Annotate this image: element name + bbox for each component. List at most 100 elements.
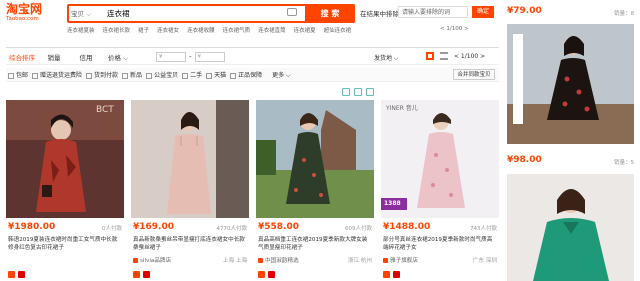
- recommended-price: ¥79.00: [507, 6, 542, 16]
- camera-icon[interactable]: [287, 8, 297, 16]
- shop-icon: [258, 257, 263, 263]
- related-search-item[interactable]: 连衣裙直筒: [258, 26, 286, 34]
- product-sales-count: 609人付款: [345, 226, 372, 232]
- product-title[interactable]: 部分号真丝连衣裙2019夏季新款时尚气质高端碎花裙子女: [383, 236, 497, 252]
- filter-option-tmall[interactable]: 天猫: [206, 70, 226, 79]
- filter-option-secondhand[interactable]: 二手: [182, 70, 202, 79]
- product-price: ¥1980.00: [8, 222, 56, 232]
- checkbox-icon: [122, 72, 129, 79]
- recommended-product-image[interactable]: [507, 24, 634, 144]
- tmall-badge-icon: [8, 271, 15, 278]
- checkbox-icon: [8, 72, 14, 79]
- gold-seller-icon: [143, 271, 150, 278]
- search-box: 宝贝 ⌵ 连衣裙 搜 索: [67, 4, 355, 23]
- product-sales-count: 4770人付款: [216, 226, 248, 232]
- product-shop[interactable]: 中国淑韵精选: [258, 256, 299, 264]
- more-options-button[interactable]: 更多 ⌵: [272, 70, 290, 80]
- image-tools: [256, 88, 374, 98]
- view-details-icon[interactable]: [354, 88, 362, 96]
- product-card[interactable]: ¥558.00 609人付款 真品高档重工连衣裙2019夏季新款大牌女装气质显瘦…: [256, 86, 374, 281]
- recommended-product-image[interactable]: [507, 174, 634, 281]
- taobao-logo-sub: Taobao.com: [6, 16, 39, 22]
- price-from-input[interactable]: ¥: [156, 52, 186, 62]
- exclude-button[interactable]: 确定: [472, 6, 494, 18]
- product-grid: BCT ¥1980.00 0人付款 韩语2019夏装连衣裙时尚重工女气质中长款修…: [6, 86, 499, 281]
- search-input[interactable]: 连衣裙: [107, 8, 287, 19]
- product-image[interactable]: BCT: [6, 100, 124, 218]
- recommended-column: ¥79.00 销量：8 ¥98.00 销量：5: [503, 0, 640, 281]
- related-search-item[interactable]: 裙子: [138, 26, 149, 34]
- checkbox-icon: [32, 72, 39, 79]
- recommended-sales: 销量：8: [614, 11, 634, 17]
- product-sales-count: 0人付款: [102, 226, 122, 232]
- exclude-input[interactable]: 请输入要排除的词: [398, 6, 468, 18]
- related-search-item[interactable]: 连衣裙女: [157, 26, 179, 34]
- filter-option-genuine[interactable]: 正品保障: [230, 70, 262, 79]
- find-similar-icon[interactable]: [342, 88, 350, 96]
- tmall-badge-icon: [383, 271, 390, 278]
- related-search-item[interactable]: 连衣裙夏: [294, 26, 316, 34]
- view-switch: [426, 52, 448, 60]
- tmall-badge-icon: [133, 271, 140, 278]
- product-title[interactable]: 真品高档重工连衣裙2019夏季新款大牌女装气质显瘦印花裙子: [258, 236, 372, 252]
- product-title[interactable]: 韩语2019夏装连衣裙时尚重工女气质中长款修身红色复古印花裙子: [8, 236, 122, 252]
- product-card[interactable]: ¥169.00 4770人付款 真品新款桑蚕丝吊带显瘦打底连衣裙女中长款桑蚕丝裙…: [131, 86, 249, 281]
- product-image[interactable]: [131, 100, 249, 218]
- product-location: 浙江 杭州: [347, 258, 372, 264]
- product-badges: [8, 271, 25, 278]
- product-image[interactable]: [256, 100, 374, 218]
- checkbox-icon: [86, 72, 93, 79]
- product-card[interactable]: BCT ¥1980.00 0人付款 韩语2019夏装连衣裙时尚重工女气质中长款修…: [6, 86, 124, 281]
- filter-option-charity[interactable]: 公益宝贝: [146, 70, 178, 79]
- sort-tab-sales[interactable]: 销量: [38, 52, 70, 63]
- sort-tab-default[interactable]: 综合排序: [6, 52, 38, 63]
- related-search-item[interactable]: 连衣裙长款: [103, 26, 131, 34]
- gold-seller-icon: [18, 271, 25, 278]
- filter-option-return-insurance[interactable]: 赠送退货运费险: [32, 70, 82, 79]
- filter-option-free-shipping[interactable]: 包邮: [8, 70, 28, 79]
- shop-icon: [133, 257, 138, 263]
- page-indicator[interactable]: < 1/100 >: [454, 53, 485, 60]
- filter-option-new[interactable]: 新品: [122, 70, 142, 79]
- filter-option-cod[interactable]: 货到付款: [86, 70, 118, 79]
- filter-options: 包邮 赠送退货运费险 货到付款 新品 公益宝贝 二手 天猫 正品保障 更多 ⌵ …: [6, 68, 499, 82]
- exclude-label: 在结果中排除: [360, 10, 399, 18]
- favorite-icon[interactable]: [366, 88, 374, 96]
- search-button[interactable]: 搜 索: [305, 4, 355, 23]
- checkbox-icon: [182, 72, 189, 79]
- merge-same-items-button[interactable]: 合并同款宝贝: [453, 69, 495, 80]
- product-badges: [258, 271, 275, 278]
- brand-logo: YINER 音儿: [386, 105, 418, 112]
- shop-icon: [383, 257, 388, 263]
- product-sales-count: 743人付款: [470, 226, 497, 232]
- product-title[interactable]: 真品新款桑蚕丝吊带显瘦打底连衣裙女中长款桑蚕丝裙子: [133, 236, 247, 252]
- gold-seller-icon: [393, 271, 400, 278]
- sort-tab-price[interactable]: 价格 ⌵: [102, 52, 134, 63]
- product-shop[interactable]: 雅子旗舰店: [383, 256, 418, 264]
- list-view-icon[interactable]: [440, 52, 448, 60]
- search-type-select[interactable]: 宝贝 ⌵: [71, 8, 91, 19]
- recommended-sales: 销量：5: [614, 160, 634, 166]
- related-search-item[interactable]: 连衣裙气质: [223, 26, 251, 34]
- tmall-badge-icon: [258, 271, 265, 278]
- related-search-item[interactable]: 超仙连衣裙: [324, 26, 352, 34]
- product-shop[interactable]: silvia品牌店: [133, 256, 171, 264]
- checkbox-icon: [206, 72, 213, 79]
- product-price: ¥1488.00: [383, 222, 431, 232]
- ship-from-select[interactable]: 发货地 ⌵: [374, 53, 398, 63]
- price-range: ¥ - ¥: [156, 52, 225, 62]
- price-to-input[interactable]: ¥: [194, 52, 225, 62]
- grid-view-icon[interactable]: [426, 52, 434, 60]
- related-search-item[interactable]: 连衣裙收腰: [187, 26, 215, 34]
- taobao-logo[interactable]: 淘宝网: [6, 3, 42, 15]
- gold-seller-icon: [268, 271, 275, 278]
- product-card[interactable]: YINER 音儿 1388 ¥1488.00 743人付款 部分号真丝连衣裙20…: [381, 86, 499, 281]
- related-searches: 连衣裙夏装 连衣裙长款 裙子 连衣裙女 连衣裙收腰 连衣裙气质 连衣裙直筒 连衣…: [67, 26, 467, 34]
- product-badges: [133, 271, 150, 278]
- related-search-item[interactable]: 连衣裙夏装: [67, 26, 95, 34]
- promo-price-badge: 1388: [384, 200, 401, 207]
- sort-tab-credit[interactable]: 信用: [70, 52, 102, 63]
- svg-text:BCT: BCT: [96, 105, 114, 115]
- related-pager[interactable]: < 1/100 >: [440, 26, 469, 32]
- product-location: 广东 深圳: [472, 258, 497, 264]
